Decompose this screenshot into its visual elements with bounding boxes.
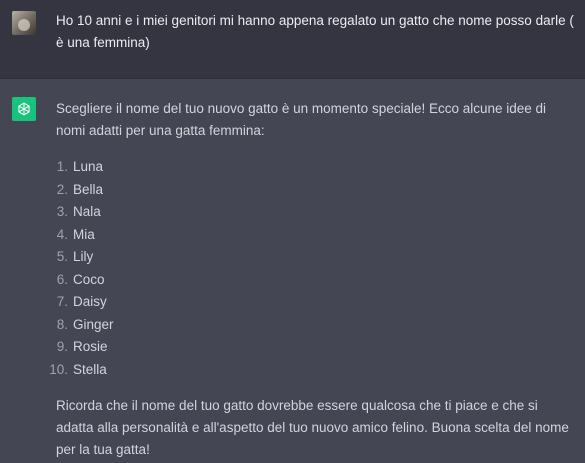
list-number: 1. [56, 159, 68, 174]
user-message-row: Ho 10 anni e i miei genitori mi hanno ap… [0, 0, 585, 79]
assistant-outro: Ricorda che il nome del tuo gatto dovreb… [56, 398, 569, 457]
list-item: 1. Luna [56, 156, 576, 179]
user-message-text: Ho 10 anni e i miei genitori mi hanno ap… [56, 13, 574, 50]
list-number: 4. [56, 226, 68, 242]
list-item: 3. Nala [56, 201, 576, 224]
list-number: 5. [56, 249, 68, 264]
list-item: 6. Coco [56, 269, 576, 292]
list-item-label: Lily [73, 249, 94, 264]
list-number: 2. [56, 181, 68, 197]
list-item-label: Bella [73, 181, 104, 197]
list-item-label: Stella [73, 361, 107, 377]
name-list: 1. Luna 2. Bella 3. Nala 4. Mia 5. Lily 6. Coc… [49, 156, 576, 382]
list-number: 10. [49, 361, 68, 377]
list-item: 9. Rosie [56, 336, 576, 359]
list-item: 7. Daisy [56, 291, 576, 314]
list-number: 3. [56, 204, 68, 219]
assistant-intro: Scegliere il nome del tuo nuovo gatto è … [56, 101, 547, 138]
user-avatar [12, 11, 36, 35]
openai-logo-icon [12, 97, 36, 121]
assistant-message-row: Scegliere il nome del tuo nuovo gatto è … [0, 79, 585, 463]
list-number: 6. [56, 271, 68, 287]
list-item: 4. Mia [56, 224, 576, 247]
list-item-label: Mia [73, 226, 95, 242]
list-item-label: Luna [73, 159, 104, 174]
list-item: 8. Ginger [56, 314, 576, 337]
assistant-message-body: Scegliere il nome del tuo nuovo gatto è … [49, 98, 576, 461]
list-item-label: Daisy [73, 294, 107, 309]
list-item-label: Nala [73, 204, 101, 219]
list-item: 2. Bella [56, 179, 576, 202]
list-item: 5. Lily [56, 246, 576, 269]
list-item: 10. Stella [49, 359, 576, 382]
list-item-label: Ginger [73, 316, 114, 332]
list-item-label: Rosie [73, 339, 108, 354]
list-item-label: Coco [73, 271, 105, 287]
list-number: 8. [56, 316, 68, 332]
list-number: 9. [56, 339, 68, 354]
list-number: 7. [56, 294, 68, 309]
